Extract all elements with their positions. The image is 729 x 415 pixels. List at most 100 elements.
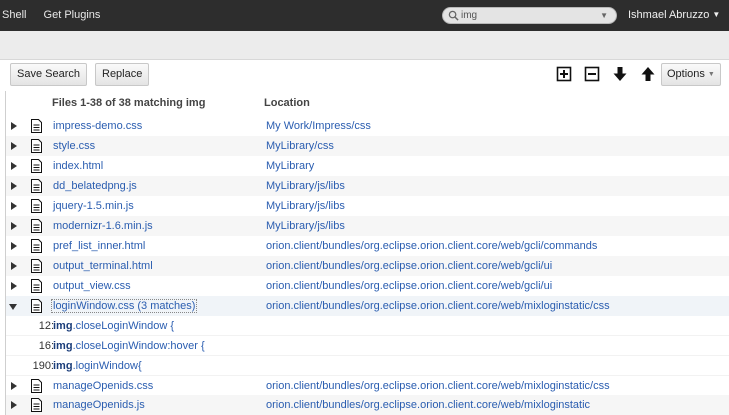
file-location-link[interactable]: MyLibrary/css xyxy=(266,140,334,152)
file-location-link[interactable]: orion.client/bundles/org.eclipse.orion.c… xyxy=(266,399,590,411)
expand-all-icon[interactable] xyxy=(556,66,572,82)
result-row[interactable]: output_view.css orion.client/bundles/org… xyxy=(6,276,729,296)
file-location-link[interactable]: orion.client/bundles/org.eclipse.orion.c… xyxy=(266,300,610,312)
file-icon xyxy=(31,199,42,213)
options-dropdown[interactable]: Options ▼ xyxy=(661,63,721,86)
user-menu[interactable]: Ishmael Abruzzo ▼ xyxy=(628,9,720,21)
match-line[interactable]: 16: img.closeLoginWindow:hover { xyxy=(6,336,729,356)
file-location-link[interactable]: MyLibrary/js/libs xyxy=(266,220,345,232)
match-rest: .closeLoginWindow { xyxy=(72,320,175,332)
nav-get-plugins-link[interactable]: Get Plugins xyxy=(44,9,101,21)
save-search-button[interactable]: Save Search xyxy=(10,63,87,86)
match-rest: .loginWindow{ xyxy=(72,360,142,372)
nav-shell-link[interactable]: Shell xyxy=(2,9,26,21)
result-row[interactable]: impress-demo.css My Work/Impress/css xyxy=(6,116,729,136)
match-line[interactable]: 190: img.loginWindow{ xyxy=(6,356,729,376)
file-location-link[interactable]: orion.client/bundles/org.eclipse.orion.c… xyxy=(266,280,552,292)
result-row-expanded[interactable]: loginWindow.css (3 matches) orion.client… xyxy=(6,296,729,316)
result-row[interactable]: style.css MyLibrary/css xyxy=(6,136,729,156)
file-icon xyxy=(31,398,42,412)
file-icon xyxy=(31,179,42,193)
user-name: Ishmael Abruzzo xyxy=(628,9,710,21)
match-line-number: 190: xyxy=(32,360,54,372)
file-name-link[interactable]: loginWindow.css (3 matches) xyxy=(50,299,198,313)
result-row[interactable]: index.html MyLibrary xyxy=(6,156,729,176)
replace-button[interactable]: Replace xyxy=(95,63,150,86)
match-line-number: 12: xyxy=(38,320,54,332)
expand-arrow-icon[interactable] xyxy=(11,162,17,170)
result-row[interactable]: jquery-1.5.min.js MyLibrary/js/libs xyxy=(6,196,729,216)
file-location-link[interactable]: MyLibrary xyxy=(266,160,314,172)
search-input[interactable] xyxy=(461,9,591,22)
match-term: img xyxy=(53,340,73,352)
match-text-link[interactable]: img.closeLoginWindow { xyxy=(53,320,174,332)
file-icon xyxy=(31,279,42,293)
collapse-arrow-icon[interactable] xyxy=(9,304,17,310)
result-row[interactable]: modernizr-1.6.min.js MyLibrary/js/libs xyxy=(6,216,729,236)
file-location-link[interactable]: MyLibrary/js/libs xyxy=(266,200,345,212)
top-nav: Shell Get Plugins xyxy=(0,9,114,21)
result-row[interactable]: dd_belatedpng.js MyLibrary/js/libs xyxy=(6,176,729,196)
file-name-link[interactable]: modernizr-1.6.min.js xyxy=(53,220,153,232)
expand-arrow-icon[interactable] xyxy=(11,202,17,210)
file-name-link[interactable]: impress-demo.css xyxy=(53,120,142,132)
file-location-link[interactable]: orion.client/bundles/org.eclipse.orion.c… xyxy=(266,240,597,252)
file-location-link[interactable]: orion.client/bundles/org.eclipse.orion.c… xyxy=(266,380,610,392)
file-icon xyxy=(31,259,42,273)
expand-arrow-icon[interactable] xyxy=(11,401,17,409)
expand-arrow-icon[interactable] xyxy=(11,242,17,250)
file-icon xyxy=(31,139,42,153)
match-term: img xyxy=(53,360,73,372)
file-location-link[interactable]: MyLibrary/js/libs xyxy=(266,180,345,192)
file-icon xyxy=(31,239,42,253)
file-name-link[interactable]: index.html xyxy=(53,160,103,172)
file-name-link[interactable]: jquery-1.5.min.js xyxy=(53,200,134,212)
match-line[interactable]: 12: img.closeLoginWindow { xyxy=(6,316,729,336)
file-icon xyxy=(31,159,42,173)
search-icon xyxy=(448,10,459,21)
result-row[interactable]: manageOpenids.js orion.client/bundles/or… xyxy=(6,395,729,415)
match-text-link[interactable]: img.loginWindow{ xyxy=(53,360,142,372)
match-term: img xyxy=(53,320,73,332)
file-icon xyxy=(31,219,42,233)
file-name-link[interactable]: dd_belatedpng.js xyxy=(53,180,137,192)
result-row[interactable]: pref_list_inner.html orion.client/bundle… xyxy=(6,236,729,256)
expand-arrow-icon[interactable] xyxy=(11,142,17,150)
file-name-link[interactable]: manageOpenids.js xyxy=(53,399,145,411)
file-icon xyxy=(31,299,42,313)
search-toolbar: Save Search Replace Options ▼ xyxy=(0,60,729,91)
location-heading: Location xyxy=(264,97,310,109)
arrow-up-icon[interactable] xyxy=(640,66,656,82)
search-dropdown-icon[interactable]: ▼ xyxy=(600,11,608,20)
arrow-down-icon[interactable] xyxy=(612,66,628,82)
expand-arrow-icon[interactable] xyxy=(11,182,17,190)
file-name-link[interactable]: style.css xyxy=(53,140,95,152)
expand-arrow-icon[interactable] xyxy=(11,382,17,390)
results-header: Files 1-38 of 38 matching img Location xyxy=(0,94,729,114)
expand-arrow-icon[interactable] xyxy=(11,262,17,270)
expand-arrow-icon[interactable] xyxy=(11,282,17,290)
chevron-down-icon: ▼ xyxy=(712,10,721,19)
file-icon xyxy=(31,119,42,133)
file-name-link[interactable]: manageOpenids.css xyxy=(53,380,153,392)
expand-arrow-icon[interactable] xyxy=(11,122,17,130)
result-row[interactable]: manageOpenids.css orion.client/bundles/o… xyxy=(6,376,729,396)
file-location-link[interactable]: orion.client/bundles/org.eclipse.orion.c… xyxy=(266,260,552,272)
result-row[interactable]: output_terminal.html orion.client/bundle… xyxy=(6,256,729,276)
chevron-down-icon: ▼ xyxy=(707,71,715,78)
expand-arrow-icon[interactable] xyxy=(11,222,17,230)
collapse-all-icon[interactable] xyxy=(584,66,600,82)
match-text-link[interactable]: img.closeLoginWindow:hover { xyxy=(53,340,205,352)
breadcrumb-band xyxy=(0,31,729,60)
file-location-link[interactable]: My Work/Impress/css xyxy=(266,120,371,132)
options-label: Options xyxy=(667,68,705,80)
file-name-link[interactable]: output_terminal.html xyxy=(53,260,153,272)
match-rest: .closeLoginWindow:hover { xyxy=(72,340,205,352)
files-count-heading: Files 1-38 of 38 matching img xyxy=(52,97,206,109)
file-name-link[interactable]: output_view.css xyxy=(53,280,131,292)
search-box[interactable]: ▼ xyxy=(442,7,617,24)
match-line-number: 16: xyxy=(38,340,54,352)
file-name-link[interactable]: pref_list_inner.html xyxy=(53,240,145,252)
file-icon xyxy=(31,379,42,393)
top-bar: Shell Get Plugins ▼ Ishmael Abruzzo▼ xyxy=(0,0,729,31)
